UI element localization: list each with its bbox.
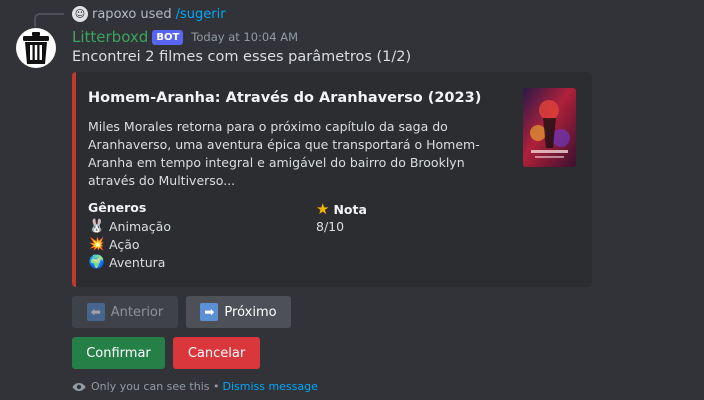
genre-label: Animação xyxy=(109,219,171,234)
genre-label: Aventura xyxy=(109,255,166,270)
previous-button[interactable]: ⬅ Anterior xyxy=(72,296,178,328)
reply-command[interactable]: /sugerir xyxy=(176,7,226,22)
message-timestamp: Today at 10:04 AM xyxy=(191,30,298,44)
rating-label: Nota xyxy=(333,201,367,217)
genres-list: 🐰 Animação 💥 Ação 🌍 Aventura xyxy=(88,218,171,272)
message-header: Litterboxd BOT Today at 10:04 AM xyxy=(72,27,298,47)
reply-used-text: used xyxy=(140,6,172,22)
reply-connector xyxy=(34,13,64,27)
embed-title: Homem-Aranha: Através do Aranhaverso (20… xyxy=(88,90,482,106)
reply-user-avatar[interactable]: ☺ xyxy=(72,6,88,22)
genre-item: 🌍 Aventura xyxy=(88,254,171,272)
eye-icon xyxy=(72,382,86,391)
rating-value: 8/10 xyxy=(316,219,345,234)
ephemeral-notice: Only you can see this • Dismiss message xyxy=(72,380,318,393)
genre-label: Ação xyxy=(109,237,140,252)
bot-username[interactable]: Litterboxd xyxy=(72,28,148,46)
next-button[interactable]: ➡ Próximo xyxy=(186,296,291,328)
movie-poster-thumbnail[interactable] xyxy=(523,88,576,167)
rating-field-name: ★ Nota xyxy=(316,200,367,218)
cancel-button[interactable]: Cancelar xyxy=(173,337,260,369)
message-content: Encontrei 2 filmes com esses parâmetros … xyxy=(72,49,412,65)
next-label: Próximo xyxy=(224,304,277,320)
trash-can-icon xyxy=(23,32,49,64)
bot-badge: BOT xyxy=(152,29,184,45)
explosion-icon: 💥 xyxy=(88,237,106,252)
genre-item: 💥 Ação xyxy=(88,236,171,254)
arrow-right-icon: ➡ xyxy=(200,303,219,321)
dismiss-message-link[interactable]: Dismiss message xyxy=(222,380,317,393)
bot-avatar[interactable] xyxy=(16,28,56,68)
ephemeral-text: Only you can see this • xyxy=(91,380,220,393)
arrow-left-icon: ⬅ xyxy=(86,303,105,321)
rabbit-icon: 🐰 xyxy=(88,219,106,234)
confirm-button[interactable]: Confirmar xyxy=(72,337,165,369)
star-icon: ★ xyxy=(316,200,330,218)
reply-username[interactable]: rapoxo xyxy=(92,7,136,22)
genre-item: 🐰 Animação xyxy=(88,218,171,236)
globe-icon: 🌍 xyxy=(88,255,106,270)
movie-embed: Homem-Aranha: Através do Aranhaverso (20… xyxy=(72,72,592,287)
reply-reference[interactable]: ☺ rapoxo used /sugerir xyxy=(72,5,226,23)
embed-description: Miles Morales retorna para o próximo cap… xyxy=(88,119,480,188)
previous-label: Anterior xyxy=(110,304,164,320)
genres-field-name: Gêneros xyxy=(88,200,147,215)
